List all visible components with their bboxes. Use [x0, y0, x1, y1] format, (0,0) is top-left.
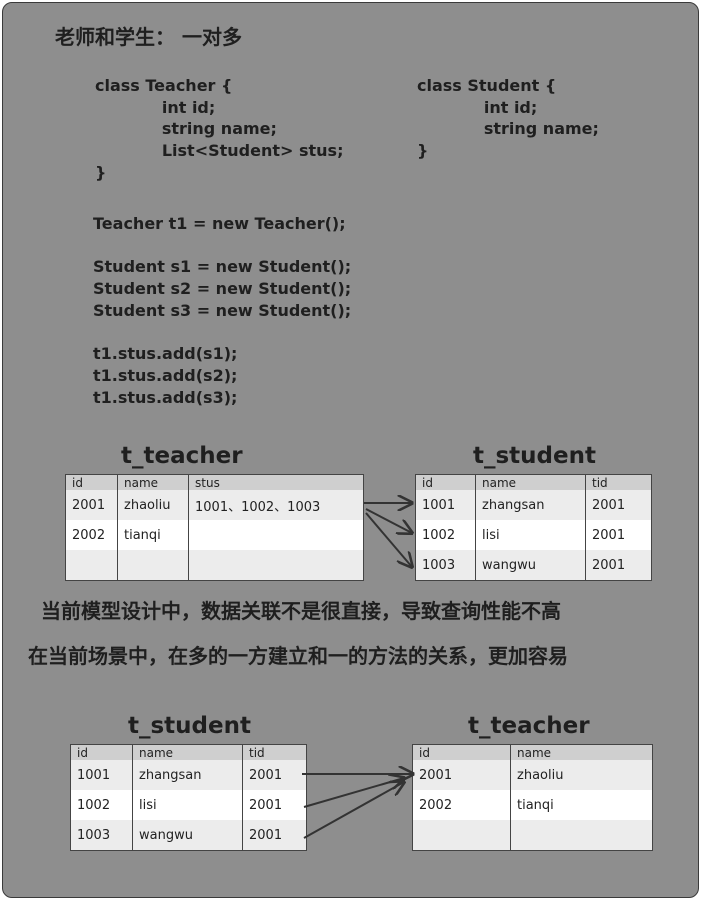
relation-arrow [303, 778, 404, 808]
relation-arrows [302, 0, 703, 839]
relation-arrow [303, 782, 404, 839]
